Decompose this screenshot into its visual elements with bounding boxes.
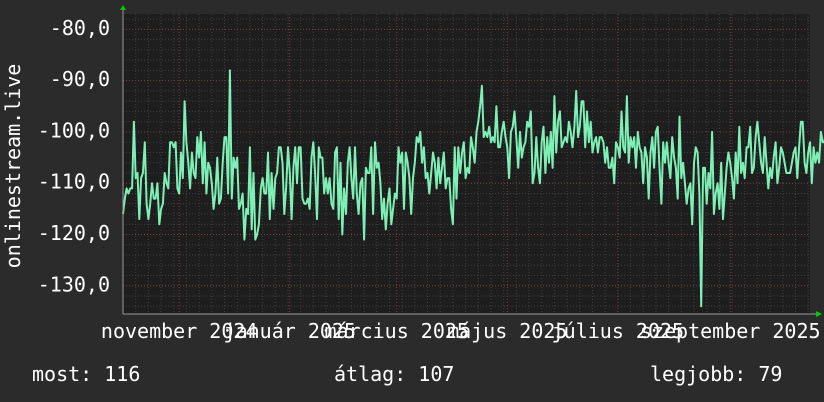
y-axis-ticks: -80,0 -90,0 -100,0 -110,0 -120,0 -130,0 [38, 16, 110, 296]
x-axis-arrow [816, 311, 822, 317]
best-value: 79 [758, 362, 783, 386]
best-label: legjobb: [650, 362, 747, 386]
y-tick-label: -120,0 [38, 221, 110, 245]
y-axis-arrow [120, 5, 126, 10]
now-label: most: [32, 362, 93, 386]
footer-now: most: 116 [32, 362, 140, 386]
y-tick-label: -130,0 [38, 272, 110, 296]
x-tick-label: május 2025 [447, 319, 567, 343]
y-tick-label: -90,0 [50, 67, 110, 91]
y-tick-label: -80,0 [50, 16, 110, 40]
chart-image: -80,0 -90,0 -100,0 -110,0 -120,0 -130,0 novem… [0, 0, 824, 402]
average-label: átlag: [334, 362, 407, 386]
y-tick-label: -100,0 [38, 118, 110, 142]
average-value: 107 [418, 362, 455, 386]
y-axis-label: onlinestream.live [1, 64, 25, 269]
footer-best: legjobb: 79 [650, 362, 782, 386]
x-axis-ticks: november 2024január 2025március 2025máju… [101, 319, 821, 343]
y-tick-label: -110,0 [38, 170, 110, 194]
now-value: 116 [104, 362, 141, 386]
footer-average: átlag: 107 [334, 362, 454, 386]
x-tick-label: szeptember 2025 [640, 319, 821, 343]
rrd-graph: -80,0 -90,0 -100,0 -110,0 -120,0 -130,0 novem… [1, 5, 824, 343]
